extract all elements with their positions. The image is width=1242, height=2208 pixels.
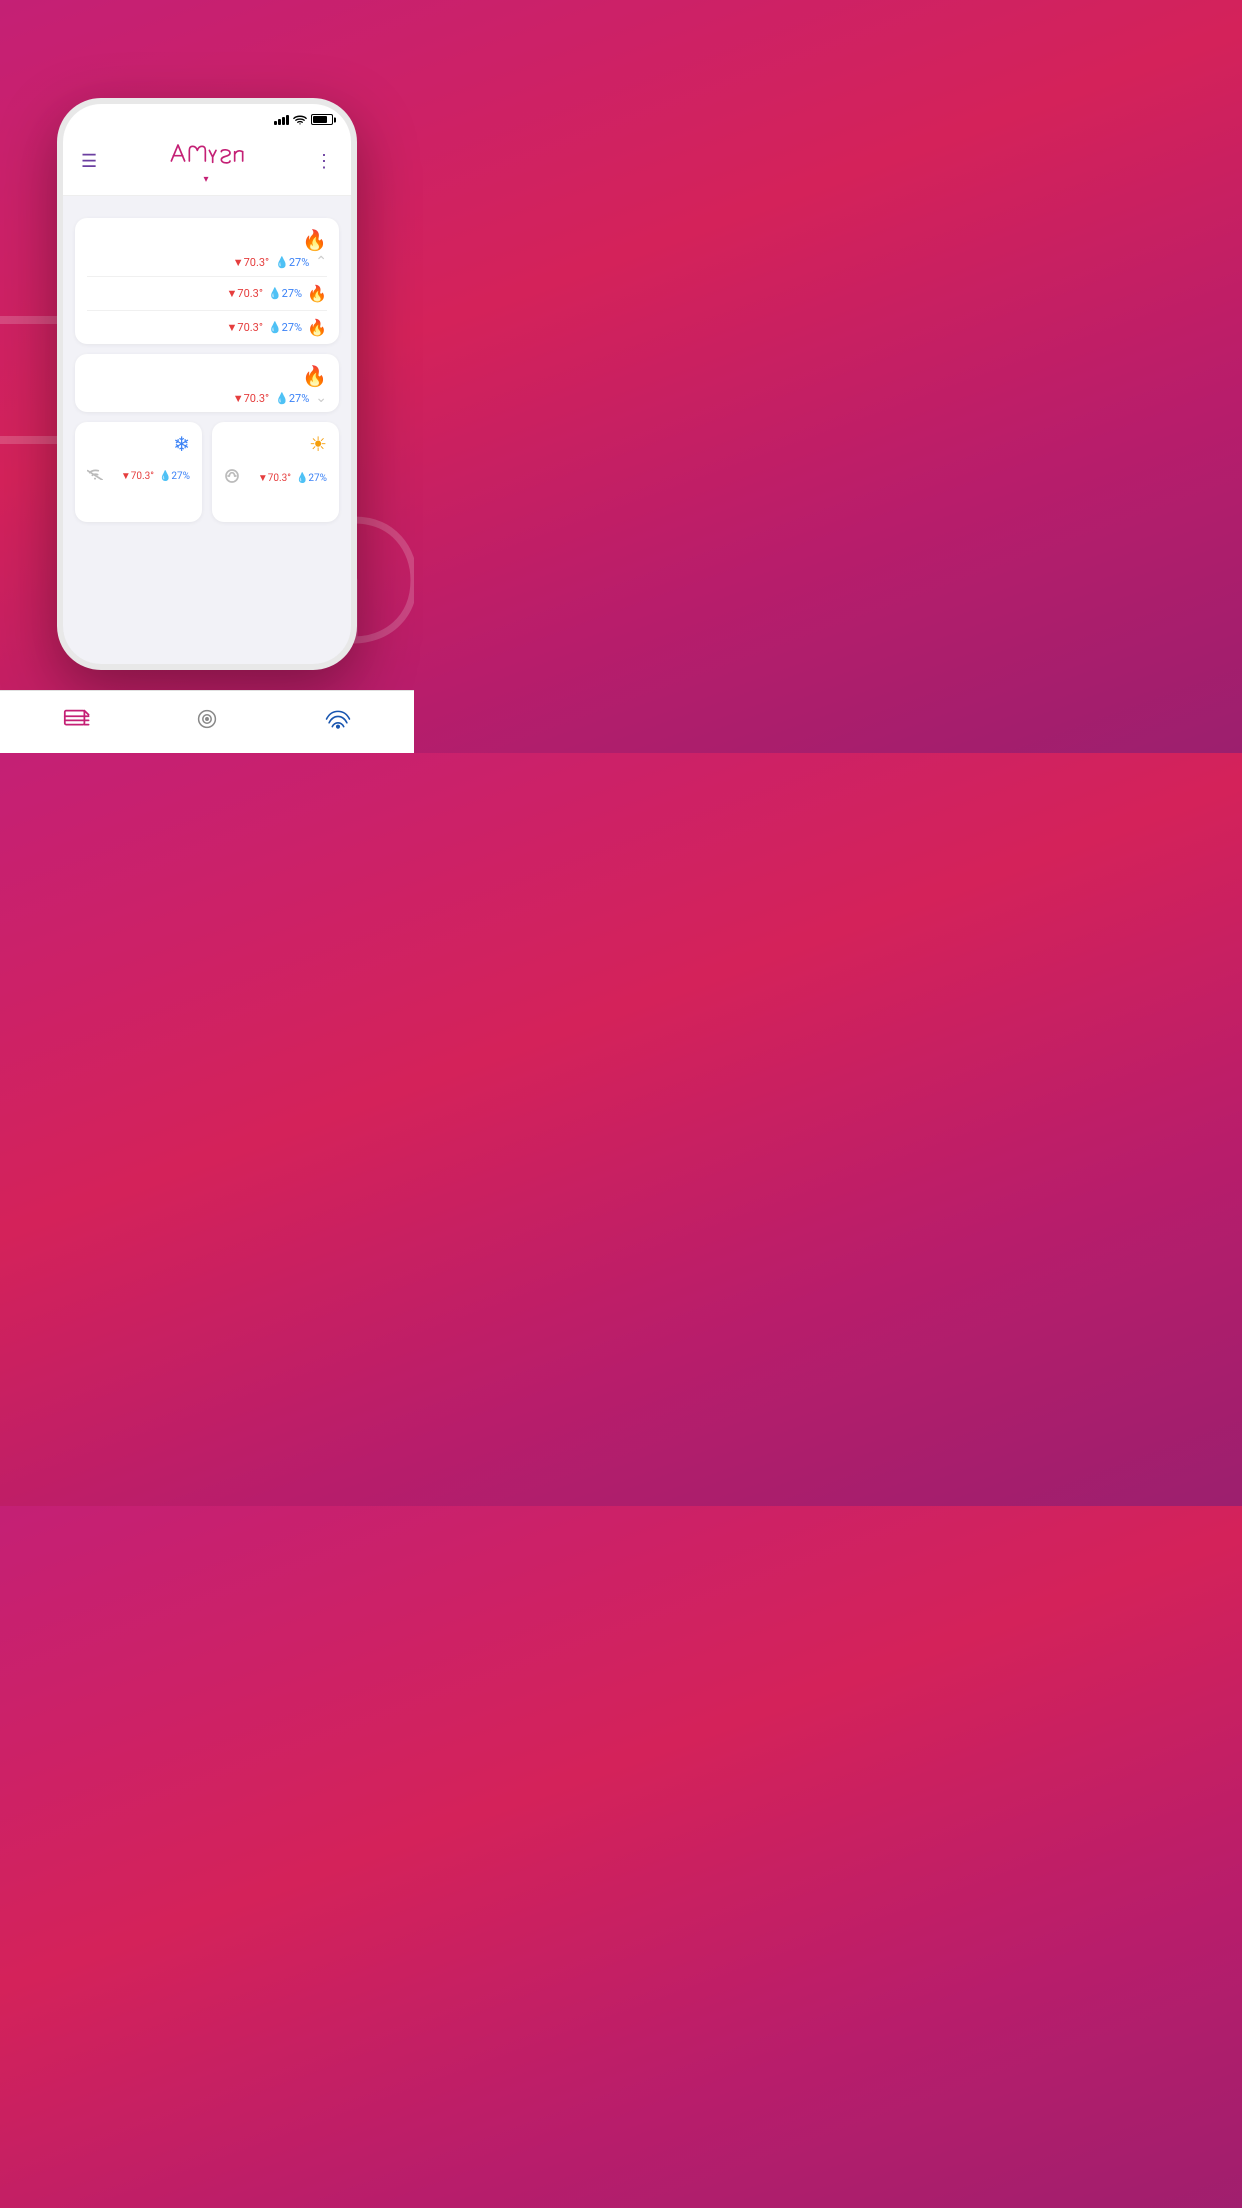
device-floor-stats: ▼70.3° 💧27% [258,473,327,484]
chevron-up-icon[interactable]: ⌃ [315,254,327,270]
header-section [0,0,414,88]
phone-mockup: ☰ ▾ [0,88,414,690]
nav-item-ac[interactable] [324,703,352,737]
group-card-first-floor[interactable]: 🔥 ▼70.3° 💧27% ⌃ ▼70.3° 💧27% 🔥 [75,218,339,344]
room-row-dining[interactable]: ▼70.3° 💧27% 🔥 [75,277,339,310]
device-card-ac[interactable]: ❄ ▼70.3° [75,422,202,522]
wifi-icon [293,115,307,125]
logo-chevron-icon: ▾ [166,175,246,185]
group-card-header-first-floor: 🔥 [75,218,339,252]
flame-icon-dining: 🔥 [307,284,327,303]
more-options-icon[interactable]: ⋮ [315,151,333,172]
device-ac-stats: ▼70.3° 💧27% [121,471,190,482]
status-bar [63,104,351,129]
app-logo: ▾ [166,137,246,185]
wifi-off-icon [87,468,103,484]
battery-icon [311,114,333,125]
sun-icon: ☀ [309,432,327,456]
room-stats-living: ▼70.3° 💧27% 🔥 [227,318,328,337]
device-floor-footer: ▼70.3° 💧27% [224,468,327,488]
hamburger-menu-icon[interactable]: ☰ [81,151,97,172]
phone-frame: ☰ ▾ [57,98,357,670]
app-logo-text [166,137,246,175]
status-icons [274,114,333,125]
app-content: 🔥 ▼70.3° 💧27% ⌃ ▼70.3° 💧27% 🔥 [63,196,351,664]
sync-icon [224,468,240,488]
app-empty-space [75,532,339,652]
nav-item-baseboard[interactable] [62,703,90,737]
group-stats-first-floor: ▼70.3° 💧27% ⌃ [75,252,339,276]
device-cards-row: ❄ ▼70.3° [75,422,339,522]
inFloor-icon [193,707,221,737]
device-ac-header: ❄ [87,432,190,456]
humidity-group1: 💧27% [275,256,309,269]
bottom-nav [0,690,414,753]
room-row-living[interactable]: ▼70.3° 💧27% 🔥 [75,311,339,344]
device-ac-footer: ▼70.3° 💧27% [87,468,190,484]
device-card-floor[interactable]: ☀ ▼70.3° 💧27% [212,422,339,522]
snowflake-icon: ❄ [173,432,190,456]
nav-item-inFloor[interactable] [193,703,221,737]
outside-temp-group1: ▼70.3° [233,256,269,269]
outside-temp-group2: ▼70.3° [233,392,269,405]
chevron-down-icon[interactable]: ⌄ [315,390,327,406]
flame-icon-living: 🔥 [307,318,327,337]
flame-icon-group1: 🔥 [302,228,327,252]
group-card-header-second-floor: 🔥 [75,354,339,388]
room-stats-dining: ▼70.3° 💧27% 🔥 [227,284,328,303]
humidity-group2: 💧27% [275,392,309,405]
ac-icon [324,707,352,737]
device-floor-header: ☀ [224,432,327,456]
baseboard-icon [62,707,90,737]
group-card-second-floor[interactable]: 🔥 ▼70.3° 💧27% ⌄ [75,354,339,412]
flame-icon-group2: 🔥 [302,364,327,388]
group-stats-second-floor: ▼70.3° 💧27% ⌄ [75,388,339,412]
app-navbar: ☰ ▾ [63,129,351,196]
signal-icon [274,115,289,125]
